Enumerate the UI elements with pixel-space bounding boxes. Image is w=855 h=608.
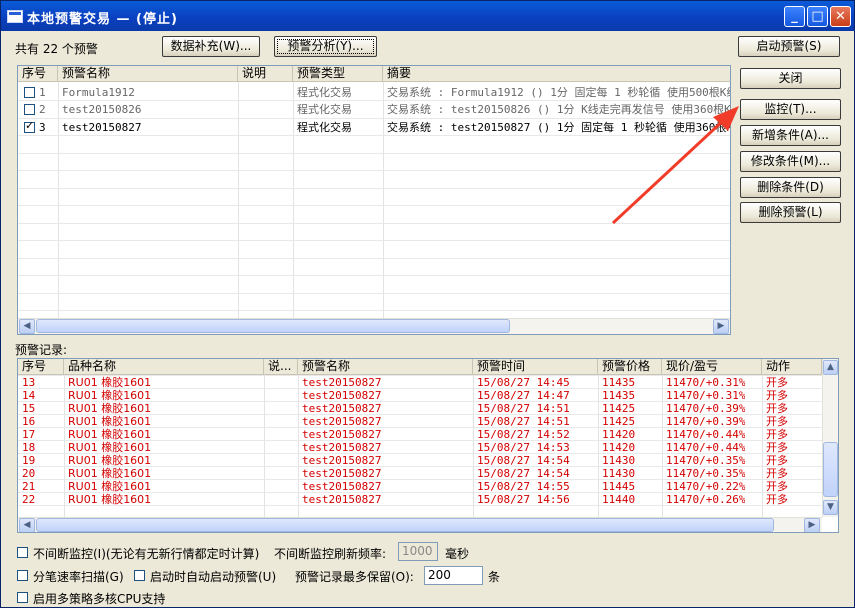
grid-line [18, 257, 730, 259]
row-summary: 交易系统 : Formula1912 () 1分 固定每 1 秒轮循 使用500… [387, 86, 731, 99]
grid-line [18, 375, 822, 376]
tick-scan-label: 分笔速率扫描(G) [33, 570, 124, 584]
data-fill-button[interactable]: 数据补充(W)... [162, 36, 260, 57]
multi-core-checkbox[interactable] [17, 592, 28, 603]
grid-line [18, 401, 822, 402]
close-button[interactable]: 关闭 [740, 68, 841, 89]
header-description[interactable]: 说明 [238, 66, 293, 82]
monitor-button[interactable]: 监控(T)... [740, 99, 841, 120]
scroll-left-icon[interactable]: ◀ [19, 518, 35, 532]
grid-line [18, 453, 822, 454]
grid-line [18, 427, 822, 428]
header-alert-price[interactable]: 预警价格 [598, 359, 662, 375]
records-vertical-scrollbar[interactable]: ▲ ▼ [822, 359, 838, 517]
alert-analysis-button[interactable]: 预警分析(Y)... [274, 36, 377, 57]
multi-core-label: 启用多策略多核CPU支持 [33, 592, 166, 606]
delete-alert-button[interactable]: 删除预警(L) [740, 202, 841, 223]
records-table[interactable]: 序号 品种名称 说... 预警名称 预警时间 预警价格 现价/盈亏 动作 13 R… [17, 358, 839, 533]
grid-line [598, 375, 599, 517]
row-checkbox-checked[interactable] [24, 119, 35, 133]
row-alert-type: 程式化交易 [297, 121, 352, 134]
max-records-input[interactable]: 200 [424, 566, 483, 585]
records-label: 预警记录: [15, 343, 68, 357]
row-alert-name[interactable]: test20150826 [62, 103, 141, 116]
row-alert-type: 程式化交易 [297, 103, 352, 116]
header-symbol[interactable]: 品种名称 [64, 359, 264, 375]
grid-line [18, 505, 822, 506]
grid-line [64, 375, 65, 517]
grid-line [18, 292, 730, 294]
auto-start-checkbox[interactable] [134, 570, 145, 581]
header-note[interactable]: 说... [264, 359, 298, 375]
scroll-down-icon[interactable]: ▼ [823, 500, 838, 515]
auto-start-label: 启动时自动启动预警(U) [150, 570, 277, 584]
scroll-thumb[interactable] [36, 518, 774, 532]
add-condition-button[interactable]: 新增条件(A)... [740, 125, 841, 146]
max-records-label: 预警记录最多保留(O): [295, 570, 414, 584]
annotation-arrow-line [611, 116, 728, 225]
grid-line [662, 375, 663, 517]
window-icon [7, 10, 23, 23]
header-summary[interactable]: 摘要 [383, 66, 730, 82]
max-records-unit: 条 [488, 570, 501, 584]
grid-line [473, 375, 474, 517]
header-current-pnl[interactable]: 现价/盈亏 [662, 359, 762, 375]
row-index: 1 [39, 86, 46, 99]
delete-condition-button[interactable]: 删除条件(D) [740, 177, 841, 198]
scroll-right-icon[interactable]: ▶ [804, 518, 820, 532]
annotation-arrow [611, 106, 739, 225]
grid-line [18, 414, 822, 415]
header-alert-time[interactable]: 预警时间 [473, 359, 598, 375]
edit-condition-button[interactable]: 修改条件(M)... [740, 151, 841, 172]
row-alert-type: 程式化交易 [297, 86, 352, 99]
grid-line [298, 375, 299, 517]
grid-line [762, 375, 763, 517]
row-checkbox[interactable] [24, 87, 35, 98]
scroll-right-icon[interactable]: ▶ [713, 319, 729, 334]
row-checkbox[interactable] [24, 104, 35, 115]
grid-line [18, 275, 730, 276]
continuous-monitor-label: 不间断监控(I)(无论有无新行情都定时计算) [33, 547, 260, 561]
grid-line [18, 479, 822, 480]
refresh-rate-input[interactable]: 1000 [398, 542, 438, 561]
row-index: 3 [39, 121, 46, 134]
alert-trading-window: 本地预警交易 — (停止) _ □ ✕ 共有 22 个预警 数据补充(W)...… [0, 0, 855, 608]
start-alert-button[interactable]: 启动预警(S) [738, 36, 840, 57]
header-index[interactable]: 序号 [18, 359, 64, 375]
header-alert-name[interactable]: 预警名称 [298, 359, 473, 375]
grid-line [18, 492, 822, 493]
minimize-icon[interactable]: _ [784, 6, 805, 27]
grid-line [18, 310, 730, 311]
alerts-horizontal-scrollbar[interactable]: ◀ ▶ [18, 318, 730, 334]
grid-line [18, 388, 822, 389]
scroll-left-icon[interactable]: ◀ [19, 319, 35, 334]
maximize-icon[interactable]: □ [807, 6, 828, 27]
close-icon[interactable]: ✕ [830, 6, 851, 27]
records-horizontal-scrollbar[interactable]: ◀ ▶ [18, 517, 822, 532]
header-alert-name[interactable]: 预警名称 [58, 66, 238, 82]
row-alert-name[interactable]: Formula1912 [62, 86, 135, 99]
refresh-rate-label: 不间断监控刷新频率: [274, 547, 387, 561]
header-index[interactable]: 序号 [18, 66, 58, 82]
continuous-monitor-checkbox[interactable] [17, 547, 28, 558]
header-action[interactable]: 动作 [762, 359, 822, 375]
scroll-thumb[interactable] [36, 319, 510, 333]
header-alert-type[interactable]: 预警类型 [293, 66, 383, 82]
title-bar[interactable]: 本地预警交易 — (停止) _ □ ✕ [1, 1, 854, 31]
window-title: 本地预警交易 — (停止) [27, 12, 178, 27]
grid-line [18, 240, 730, 241]
grid-line [18, 466, 822, 467]
refresh-rate-unit: 毫秒 [445, 547, 470, 561]
alert-count-label: 共有 22 个预警 [15, 42, 98, 56]
scroll-thumb[interactable] [823, 442, 838, 497]
row-alert-name[interactable]: test20150827 [62, 121, 141, 134]
row-index: 2 [39, 103, 46, 116]
tick-scan-checkbox[interactable] [17, 570, 28, 581]
scroll-up-icon[interactable]: ▲ [823, 360, 838, 375]
grid-line [264, 375, 265, 517]
grid-line [18, 440, 822, 441]
